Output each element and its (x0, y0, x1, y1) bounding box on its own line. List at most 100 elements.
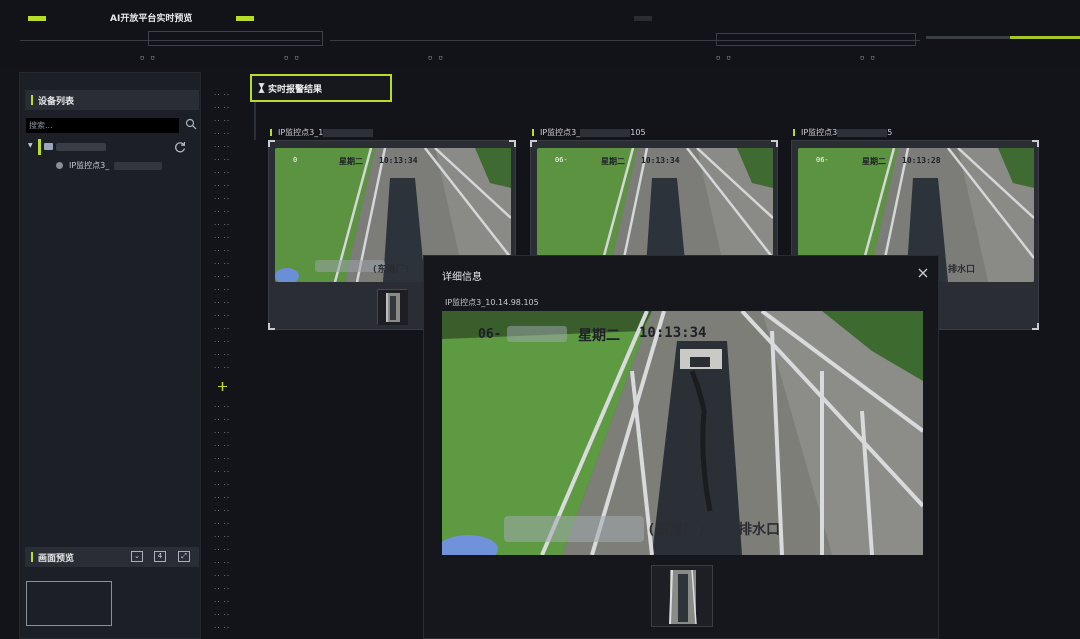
app-title: AI开放平台实时预览 (110, 14, 193, 24)
timeline-dot-row: ·· ·· (214, 260, 231, 268)
modal-snapshot[interactable]: 06- 星期二 10:13:34 (东港厂) 排水口 (442, 311, 923, 555)
timeline-dot-row: ·· ·· (214, 221, 231, 229)
device-list-title: 设备列表 (38, 97, 75, 107)
top-tick-mark: ʊ ʊ (716, 54, 733, 62)
preview-title: 画面预览 (38, 554, 75, 564)
timeline-dot-row: ·· ·· (214, 299, 231, 307)
timeline-dot-row: ·· ·· (214, 455, 231, 463)
timeline-dot-row: ·· ·· (214, 416, 231, 424)
frame-corner (530, 140, 537, 147)
frame-corner (1032, 140, 1039, 147)
top-rule-mid (330, 40, 660, 41)
alarm-crop-thumbnail[interactable] (377, 289, 408, 325)
snapshot-day: 星期二 (862, 157, 886, 166)
timeline-dot-row: ·· ·· (214, 208, 231, 216)
snapshot-caption: 排水口 (948, 265, 976, 275)
chevron-down-icon[interactable]: ▼ (28, 142, 33, 149)
modal-osd-caption-right: 排水口 (738, 522, 780, 538)
close-icon[interactable] (917, 267, 929, 279)
snapshot-day: 星期二 (601, 157, 625, 166)
camera-dot-icon (56, 162, 63, 169)
timeline-dot-row: ·· ·· (214, 429, 231, 437)
timeline-dot-row: ·· ·· (214, 247, 231, 255)
snapshot-timestamp: 06- (816, 156, 829, 164)
timeline-dot-row: ·· ·· (214, 546, 231, 554)
top-accent-fill (1010, 36, 1080, 39)
redacted-ip (580, 128, 631, 137)
folder-icon (44, 143, 53, 150)
timeline-dot-row: ·· ·· (214, 143, 231, 151)
frame-corner (268, 323, 275, 330)
tree-selected-indicator (38, 139, 41, 155)
timeline-dot-row: ·· ·· (214, 494, 231, 502)
timeline-dot-row: ·· ·· (214, 364, 231, 372)
timeline-dot-row: ·· ·· (214, 403, 231, 411)
modal-osd-time: 10:13:34 (639, 325, 707, 341)
title-accent (532, 129, 534, 136)
timeline-dot-row: ·· ·· (214, 442, 231, 450)
timeline-dot-row: ·· ·· (214, 195, 231, 203)
timeline-dot-row: ·· ·· (214, 572, 231, 580)
timeline-dot-row: ·· ·· (214, 286, 231, 294)
snapshot-caption: (东港厂) (372, 265, 410, 275)
snapshot-timestamp: 06- (555, 156, 568, 164)
card-title: IP监控点3_ 105 (532, 127, 646, 138)
frame-corner (771, 140, 778, 147)
top-left-marker (28, 16, 46, 21)
layout-count-button[interactable]: 4 (154, 551, 166, 562)
results-connector (254, 102, 256, 140)
modal-osd-date: 06- (478, 327, 502, 342)
top-rule-right (660, 40, 920, 41)
device-search-input[interactable] (26, 118, 179, 133)
timeline-dot-row: ·· ·· (214, 481, 231, 489)
timeline-marker-icon[interactable] (218, 382, 227, 391)
frame-corner (1032, 323, 1039, 330)
fullscreen-icon[interactable]: ⤢ (178, 551, 190, 562)
card-title-text: IP监控点3_1 (278, 128, 324, 137)
top-title-marker (236, 16, 254, 21)
refresh-icon[interactable] (173, 140, 187, 154)
preview-window[interactable] (26, 581, 112, 626)
timeline-dot-row: ·· ·· (214, 520, 231, 528)
modal-osd-caption-left: (东港厂) (647, 522, 706, 538)
redacted-ip (323, 128, 374, 137)
card-title: IP监控点3 5 (793, 127, 892, 138)
header-accent (31, 552, 33, 562)
timeline-dot-row: ·· ·· (214, 130, 231, 138)
top-tick-mark: ʊ ʊ (428, 54, 445, 62)
crop-scene (378, 290, 408, 325)
redacted-ip (837, 128, 888, 137)
modal-crop-scene (652, 566, 712, 626)
timeline-dot-row: ·· ·· (214, 611, 231, 619)
app-root: AI开放平台实时预览 ʊ ʊ ʊ ʊ ʊ ʊ ʊ ʊ ʊ ʊ 设备列表 ▼ (0, 0, 1080, 639)
snapshot-time: 10:13:34 (379, 156, 418, 165)
modal-crop-thumbnail[interactable] (651, 565, 713, 627)
timeline-dot-row: ·· ·· (214, 468, 231, 476)
card-title-suffix: 5 (887, 128, 893, 137)
top-tick-mark: ʊ ʊ (860, 54, 877, 62)
device-tree-item[interactable]: IP监控点3_ (56, 159, 196, 173)
alarm-results-title: 实时报警结果 (268, 85, 323, 95)
timeline-dot-row: ·· ·· (214, 624, 231, 632)
top-center-marker (634, 16, 652, 21)
search-icon[interactable] (185, 118, 197, 130)
timeline-dot-row: ·· ·· (214, 273, 231, 281)
card-title-text: IP监控点3_ (540, 128, 581, 137)
timeline-dot-row: ·· ·· (214, 338, 231, 346)
modal-title: 详细信息 (442, 272, 482, 283)
timeline-dot-row: ·· ·· (214, 156, 231, 164)
device-tree-root[interactable]: ▼ (28, 139, 196, 155)
snapshot-timestamp: 0 (293, 156, 298, 164)
top-deco-left (148, 31, 323, 46)
title-accent (793, 129, 795, 136)
timeline-dot-row: ·· ·· (214, 117, 231, 125)
card-title-suffix: 105 (630, 128, 646, 137)
snapshot-time: 10:13:34 (641, 156, 680, 165)
top-bar: AI开放平台实时预览 ʊ ʊ ʊ ʊ ʊ ʊ ʊ ʊ ʊ ʊ (0, 0, 1080, 66)
timeline-dot-row: ·· ·· (214, 325, 231, 333)
timeline-dot-row: ·· ·· (214, 169, 231, 177)
title-accent (270, 129, 272, 136)
split-icon[interactable]: ⌄ (131, 551, 143, 562)
device-list-header: 设备列表 (25, 90, 199, 110)
timeline-dot-row: ·· ·· (214, 533, 231, 541)
